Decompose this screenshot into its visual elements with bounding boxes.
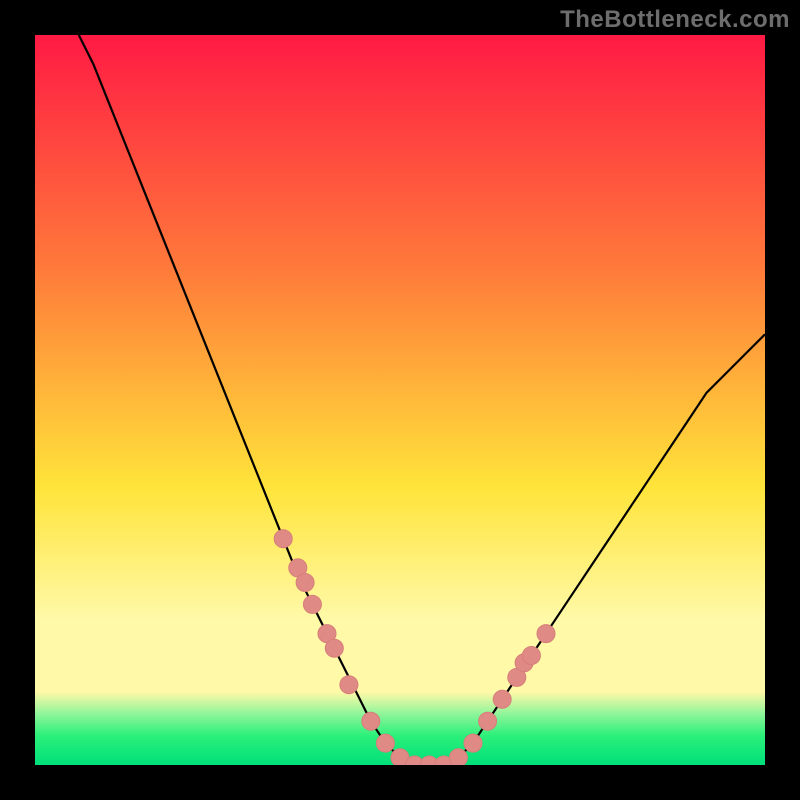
data-marker [537,625,555,643]
data-marker [376,734,394,752]
data-marker [274,530,292,548]
plot-area [35,35,765,765]
data-marker [449,749,467,765]
plot-svg [35,35,765,765]
data-marker [296,574,314,592]
watermark-text: TheBottleneck.com [560,6,790,34]
data-marker [493,690,511,708]
data-marker [325,639,343,657]
data-marker [340,676,358,694]
data-marker [479,712,497,730]
gradient-bg [35,35,765,765]
data-marker [303,595,321,613]
data-marker [522,647,540,665]
data-marker [464,734,482,752]
data-marker [362,712,380,730]
chart-stage: TheBottleneck.com [0,0,800,800]
